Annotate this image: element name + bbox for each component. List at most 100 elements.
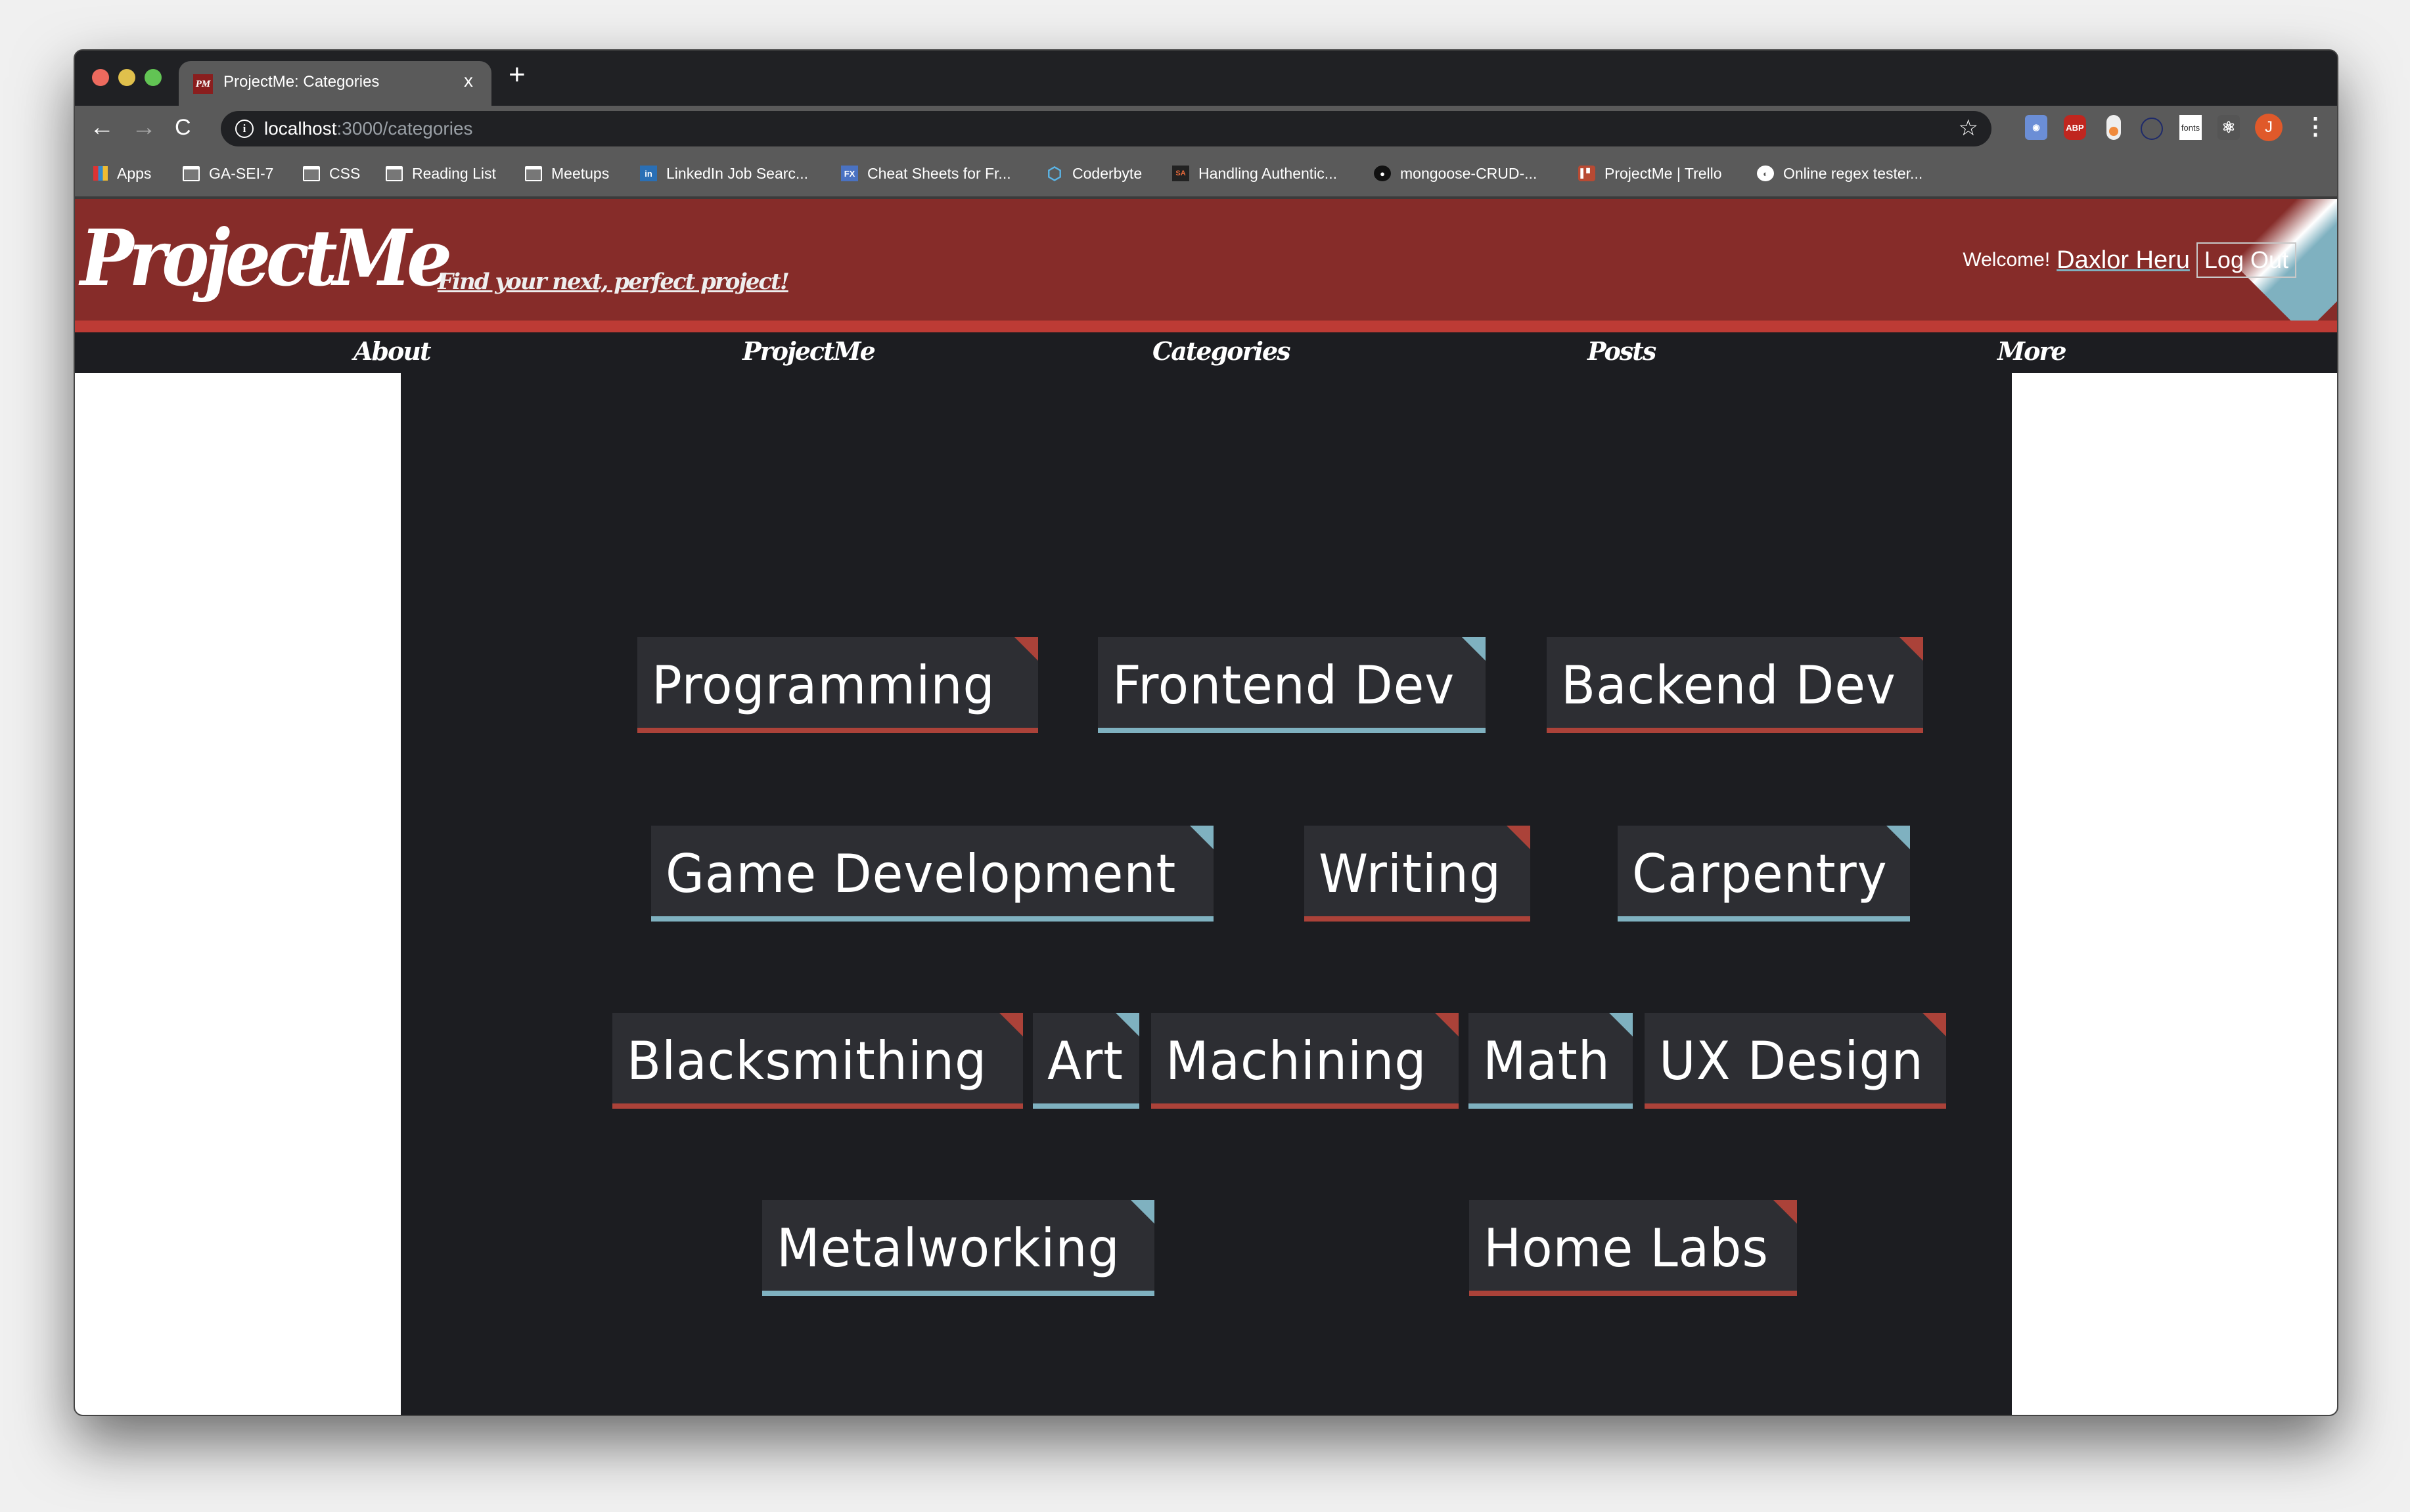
adblock-extension-icon[interactable]: ABP (2064, 115, 2086, 140)
nav-more[interactable]: More (1997, 336, 2067, 366)
username-link[interactable]: Daxlor Heru (2057, 246, 2190, 275)
accent-underline (1151, 1103, 1459, 1109)
category-label: Math (1483, 1030, 1610, 1092)
bookmark-coderbyte[interactable]: ⬡ Coderbyte (1046, 164, 1142, 183)
category-tile[interactable]: Frontend Dev (1098, 637, 1486, 733)
category-tile[interactable]: Math (1468, 1013, 1633, 1109)
tab-close-icon[interactable]: x (464, 70, 473, 91)
accent-underline (1645, 1103, 1946, 1109)
maximize-window-button[interactable] (145, 69, 162, 86)
category-tile[interactable]: Backend Dev (1547, 637, 1923, 733)
bookmark-star-icon[interactable]: ☆ (1959, 115, 1978, 141)
corner-accent (1922, 1013, 1946, 1036)
site-info-icon[interactable]: i (235, 120, 254, 138)
main-nav: About ProjectMe Categories Posts More (75, 332, 2337, 373)
category-tile[interactable]: UX Design (1645, 1013, 1946, 1109)
category-tile[interactable]: Writing (1304, 826, 1530, 922)
accent-underline (1469, 1291, 1797, 1296)
folder-icon (183, 166, 200, 181)
category-label: Metalworking (777, 1217, 1120, 1279)
category-label: Backend Dev (1561, 654, 1896, 716)
folder-icon (525, 166, 542, 181)
reload-icon[interactable]: C (175, 115, 191, 141)
nav-about[interactable]: About (353, 336, 432, 366)
logout-button[interactable]: Log Out (2196, 242, 2296, 278)
category-label: Blacksmithing (627, 1030, 988, 1092)
outline-extension-icon[interactable] (2141, 118, 2163, 140)
category-label: Machining (1166, 1030, 1427, 1092)
accent-underline (637, 728, 1038, 733)
globe-icon: ◐ (1757, 166, 1774, 181)
category-label: Programming (652, 654, 995, 716)
corner-accent (999, 1013, 1023, 1036)
bookmark-label: LinkedIn Job Searc... (666, 164, 809, 182)
bookmark-projectme-trello[interactable]: ▌▘ ProjectMe | Trello (1578, 164, 1722, 183)
apps-grid-icon (93, 166, 108, 181)
bookmark-label: Meetups (551, 164, 610, 182)
corner-accent (1507, 826, 1530, 849)
bookmark-css[interactable]: CSS (303, 164, 360, 183)
forward-icon[interactable]: → (131, 114, 156, 142)
github-icon: ● (1374, 166, 1391, 181)
bookmark-apps[interactable]: Apps (93, 164, 151, 183)
category-tile[interactable]: Blacksmithing (612, 1013, 1023, 1109)
fonts-extension-icon[interactable]: fonts (2179, 115, 2202, 140)
browser-menu-icon[interactable]: ⋮ (2304, 112, 2327, 140)
nav-posts[interactable]: Posts (1587, 336, 1656, 366)
nav-categories[interactable]: Categories (1152, 336, 1291, 366)
bookmark-reading-list[interactable]: Reading List (386, 164, 496, 183)
category-label: Game Development (666, 843, 1177, 904)
bookmark-mongoose-crud[interactable]: ● mongoose-CRUD-... (1374, 164, 1537, 183)
category-label: Art (1047, 1030, 1124, 1092)
url-host: localhost (264, 118, 337, 139)
accent-underline (1547, 728, 1923, 733)
header-stripe (75, 321, 2337, 332)
accent-underline (612, 1103, 1023, 1109)
bookmarks-bar: Apps GA-SEI-7 CSS Reading List Meetups i… (75, 150, 2337, 199)
url-text[interactable]: localhost:3000/categories (264, 118, 473, 139)
bookmark-cheat-sheets[interactable]: FX Cheat Sheets for Fr... (841, 164, 1011, 183)
folder-icon (386, 166, 403, 181)
fx-icon: FX (841, 166, 858, 181)
category-tile[interactable]: Game Development (651, 826, 1214, 922)
folder-icon (303, 166, 320, 181)
bookmark-ga-sei-7[interactable]: GA-SEI-7 (183, 164, 273, 183)
category-tile[interactable]: Carpentry (1618, 826, 1910, 922)
toggle-extension-icon[interactable] (2106, 115, 2121, 140)
accent-underline (1098, 728, 1486, 733)
category-tile[interactable]: Metalworking (762, 1200, 1154, 1296)
category-tile[interactable]: Programming (637, 637, 1038, 733)
bookmark-label: Reading List (412, 164, 496, 182)
bookmark-regex-tester[interactable]: ◐ Online regex tester... (1757, 164, 1922, 183)
corner-accent (1773, 1200, 1797, 1224)
browser-toolbar: ← → C i localhost:3000/categories ☆ ◉ AB… (75, 106, 2337, 150)
back-icon[interactable]: ← (89, 114, 114, 142)
bookmark-label: ProjectMe | Trello (1604, 164, 1722, 182)
close-window-button[interactable] (92, 69, 109, 86)
category-tile[interactable]: Art (1033, 1013, 1139, 1109)
react-devtools-icon[interactable]: ⚛ (2217, 115, 2240, 140)
minimize-window-button[interactable] (118, 69, 135, 86)
category-label: UX Design (1659, 1030, 1924, 1092)
bookmark-meetups[interactable]: Meetups (525, 164, 609, 183)
bookmark-handling-auth[interactable]: SA Handling Authentic... (1172, 164, 1337, 183)
categories-panel: Programming Frontend Dev Backend Dev Game D… (401, 373, 2012, 1415)
camera-extension-icon[interactable]: ◉ (2025, 115, 2047, 140)
category-tile[interactable]: Machining (1151, 1013, 1459, 1109)
tab-title: ProjectMe: Categories (223, 73, 380, 91)
bookmark-label: Coderbyte (1072, 164, 1143, 182)
accent-underline (1033, 1103, 1139, 1109)
nav-projectme[interactable]: ProjectMe (742, 336, 876, 366)
bookmark-label: GA-SEI-7 (209, 164, 274, 182)
address-bar[interactable]: i localhost:3000/categories ☆ (221, 111, 1991, 146)
tab-projectme-categories[interactable]: PM ProjectMe: Categories x (179, 61, 491, 106)
left-margin (75, 373, 401, 1415)
site-tagline[interactable]: Find your next, perfect project! (438, 269, 790, 295)
profile-avatar[interactable]: J (2255, 114, 2283, 141)
site-logo[interactable]: ProjectMe (80, 212, 452, 303)
corner-accent (1435, 1013, 1459, 1036)
bookmark-linkedin[interactable]: in LinkedIn Job Searc... (640, 164, 808, 183)
new-tab-button[interactable]: + (509, 58, 526, 91)
category-tile[interactable]: Home Labs (1469, 1200, 1797, 1296)
corner-accent (1899, 637, 1923, 661)
